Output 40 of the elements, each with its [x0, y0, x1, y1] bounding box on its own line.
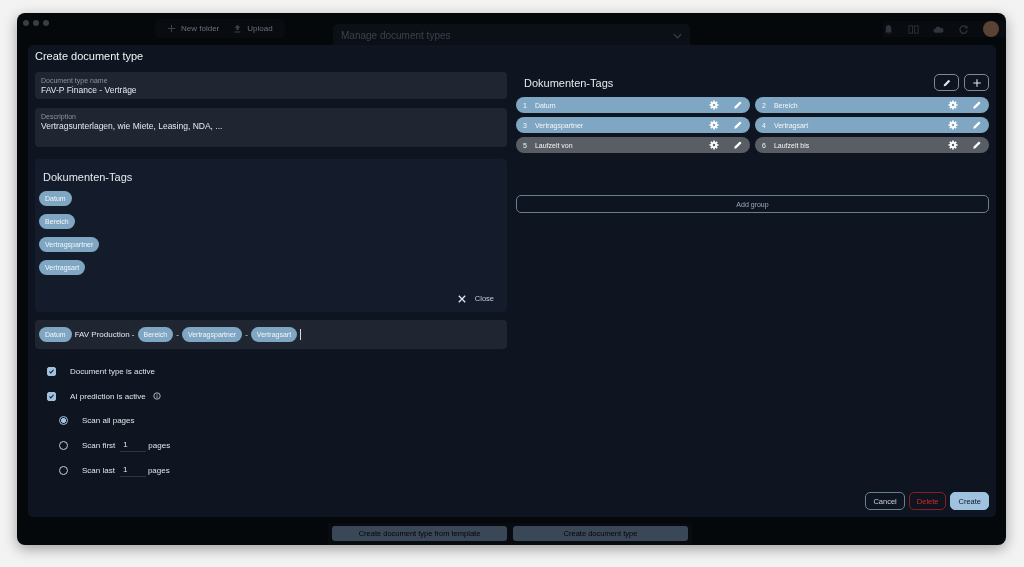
dialog-title: Create document type	[35, 49, 145, 64]
columns-icon[interactable]	[908, 23, 919, 35]
panel-heading: Dokumenten-Tags	[42, 171, 134, 183]
text-cursor	[300, 329, 302, 340]
avatar[interactable]	[983, 21, 999, 37]
add-button[interactable]	[964, 74, 989, 91]
pattern-text: -	[176, 330, 179, 339]
checkbox[interactable]	[47, 391, 56, 401]
pattern-text: FAV Production -	[74, 330, 135, 339]
bell-icon[interactable]	[883, 23, 894, 35]
edit-button[interactable]	[934, 74, 959, 91]
checkbox-label: Document type is active	[70, 366, 155, 376]
close-icon	[457, 294, 466, 303]
window-dot[interactable]	[23, 20, 29, 26]
pages-label: pages	[147, 465, 170, 475]
radio-label: Scan all pages	[82, 416, 135, 426]
chevron-icon[interactable]	[673, 33, 682, 39]
toolbar-button[interactable]: Upload	[227, 20, 279, 36]
plus-icon	[167, 23, 176, 33]
gear-icon[interactable]	[948, 140, 958, 150]
panel-heading: Dokumenten-Tags	[524, 76, 614, 89]
toolbar-button[interactable]: New folder	[161, 20, 226, 36]
refresh-icon[interactable]	[958, 23, 969, 35]
page-count-field[interactable]: 1	[120, 438, 147, 453]
cloud-icon[interactable]	[933, 23, 944, 35]
gear-icon[interactable]	[709, 140, 719, 150]
plus-icon	[971, 77, 982, 88]
pattern-text: -	[245, 330, 248, 339]
checkbox[interactable]	[47, 366, 56, 376]
radio-button[interactable]	[59, 416, 68, 426]
radio-label: Scan last	[82, 465, 115, 475]
pencil-icon	[941, 77, 952, 88]
pages-label: pages	[148, 440, 171, 450]
upload-icon	[233, 23, 243, 33]
info-icon[interactable]	[152, 392, 161, 401]
radio-label: Scan first	[82, 440, 116, 450]
page-count-field[interactable]: 1	[119, 463, 146, 478]
window-dot[interactable]	[43, 20, 49, 26]
checkbox-label: AI prediction is active	[70, 391, 146, 401]
window-dot[interactable]	[33, 20, 39, 26]
